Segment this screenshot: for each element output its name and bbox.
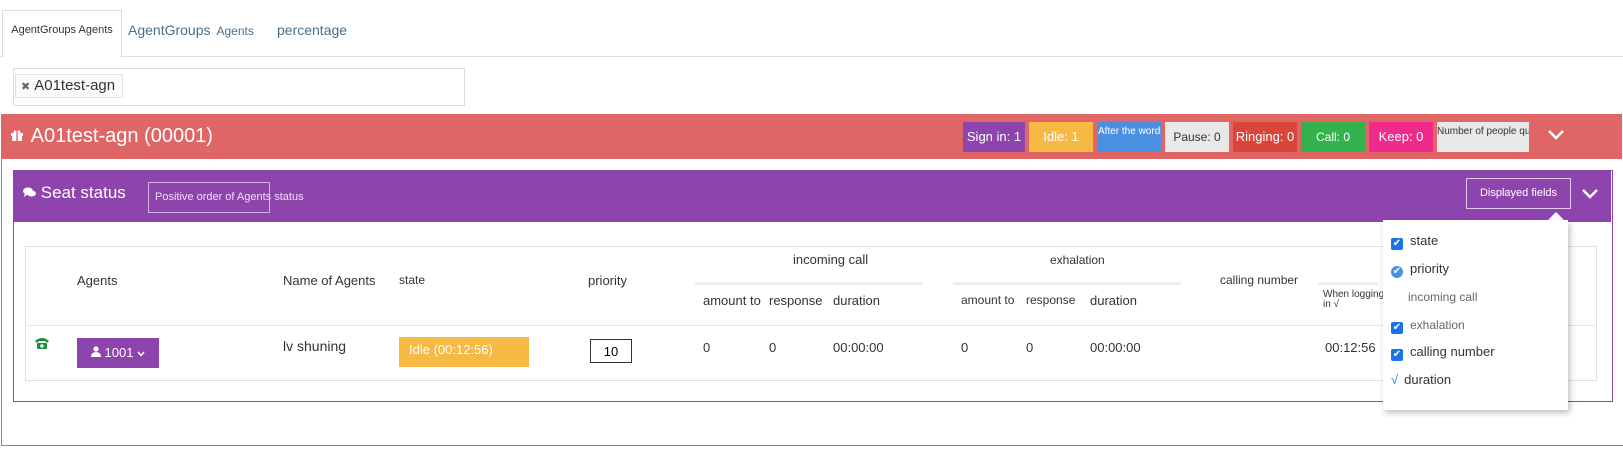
group-title-text: A01test-agn (00001) — [30, 125, 213, 147]
field-option-incoming-call[interactable]: incoming call — [1408, 286, 1477, 308]
group-title: A01test-agn (00001) — [11, 124, 213, 150]
displayed-fields-dropdown: ✔ state ✔ priority incoming call ✔ exhalati… — [1383, 220, 1568, 410]
out-duration: 00:00:00 — [1090, 340, 1141, 355]
sqrt-check-icon: √ — [1391, 372, 1399, 387]
priority-input[interactable] — [590, 339, 632, 363]
field-option-label: duration — [1404, 372, 1452, 387]
displayed-fields-button[interactable]: Displayed fields — [1466, 178, 1571, 209]
login-time: 00:12:56 — [1325, 340, 1376, 355]
chevron-down-icon — [137, 345, 145, 360]
incoming-group-line — [695, 282, 923, 285]
field-option-state[interactable]: ✔ state — [1391, 230, 1438, 252]
field-option-label: state — [1410, 233, 1439, 248]
remove-chip-icon[interactable]: ✖ — [21, 81, 30, 93]
state-badge: Idle (00:12:56) — [399, 337, 529, 367]
agent-group-header[interactable]: A01test-agn (00001) Sign in: 1 Idle: 1 A… — [1, 114, 1622, 159]
header-name-of-agents: Name of Agents — [283, 273, 376, 288]
tab-main-label: AgentGroups — [128, 22, 211, 38]
stat-pause: Pause: 0 — [1165, 122, 1229, 152]
user-icon — [90, 345, 105, 360]
tab-agentgroups-agents-alt[interactable]: AgentGroups Agents — [128, 10, 254, 56]
stat-sign-in: Sign in: 1 — [963, 122, 1025, 152]
out-amount: 0 — [961, 340, 969, 355]
filter-chip-label: A01test-agn — [34, 77, 116, 94]
in-amount: 0 — [703, 340, 711, 355]
header-agents: Agents — [77, 273, 118, 288]
sort-agents-status-button[interactable]: Positive order of Agents status — [148, 182, 304, 213]
out-response: 0 — [1026, 340, 1034, 355]
stat-keep: Keep: 0 — [1369, 122, 1433, 152]
header-out-duration: duration — [1090, 293, 1137, 308]
seat-status-header: Seat status Positive order of Agents sta… — [13, 170, 1611, 222]
field-option-exhalation[interactable]: ✔ exhalation — [1391, 314, 1465, 336]
tab-sub-label: Agents — [216, 24, 254, 38]
field-option-duration[interactable]: √ duration — [1391, 369, 1451, 391]
header-in-response: response — [769, 293, 823, 308]
field-option-calling-number[interactable]: ✔ calling number — [1391, 341, 1495, 363]
checkbox-checked-icon[interactable]: ✔ — [1391, 322, 1403, 334]
agent-name: lv shuning — [283, 338, 347, 354]
dropdown-caret — [1548, 212, 1564, 220]
stat-call: Call: 0 — [1301, 122, 1365, 152]
seat-status-title: Seat status — [23, 183, 126, 203]
header-out-response: response — [1026, 293, 1076, 307]
tab-agentgroups-agents[interactable]: AgentGroups Agents — [2, 10, 122, 58]
header-priority: priority — [588, 273, 628, 288]
field-option-label: calling number — [1410, 344, 1495, 359]
header-state: state — [399, 273, 426, 287]
agent-filter-input[interactable]: ✖ A01test-agn — [13, 68, 465, 106]
phone-icon — [34, 336, 50, 355]
header-in-amount: amount to — [703, 293, 761, 308]
header-incoming-call: incoming call — [793, 252, 869, 267]
field-option-priority[interactable]: ✔ priority — [1391, 258, 1449, 280]
gift-icon — [11, 130, 27, 145]
exhalation-group-line — [953, 282, 1181, 285]
header-in-duration: duration — [833, 293, 880, 308]
in-response: 0 — [769, 340, 777, 355]
filter-chip: ✖ A01test-agn — [15, 74, 124, 98]
seat-status-label: Seat status — [40, 183, 126, 202]
checkbox-checked-icon[interactable]: ✔ — [1391, 266, 1403, 278]
stat-after-words: After the words: — [1098, 122, 1161, 152]
login-group-line — [1318, 282, 1378, 285]
field-option-label: priority — [1410, 261, 1450, 276]
checkbox-checked-icon[interactable]: ✔ — [1391, 349, 1403, 361]
agent-id: 1001 — [104, 345, 134, 360]
collapse-group-chevron-icon[interactable] — [1547, 124, 1565, 145]
checkbox-checked-icon[interactable]: ✔ — [1391, 238, 1403, 250]
header-exhalation: exhalation — [1050, 253, 1105, 267]
agent-menu-button[interactable]: 1001 — [77, 338, 159, 368]
tab-bar: AgentGroups Agents AgentGroups Agents per… — [0, 0, 1623, 58]
tab-percentage[interactable]: percentage — [277, 10, 347, 56]
header-out-amount: amount to — [961, 293, 1015, 307]
chat-bubble-icon — [23, 183, 41, 202]
field-option-label: exhalation — [1410, 318, 1465, 332]
in-duration: 00:00:00 — [833, 340, 884, 355]
stat-ringing: Ringing: 0 — [1233, 122, 1297, 152]
stat-idle: Idle: 1 — [1029, 122, 1093, 152]
header-calling-number: calling number — [1220, 273, 1299, 287]
stat-queuing: Number of people queuing: 0 — [1437, 122, 1529, 152]
collapse-seat-chevron-icon[interactable] — [1581, 186, 1599, 204]
